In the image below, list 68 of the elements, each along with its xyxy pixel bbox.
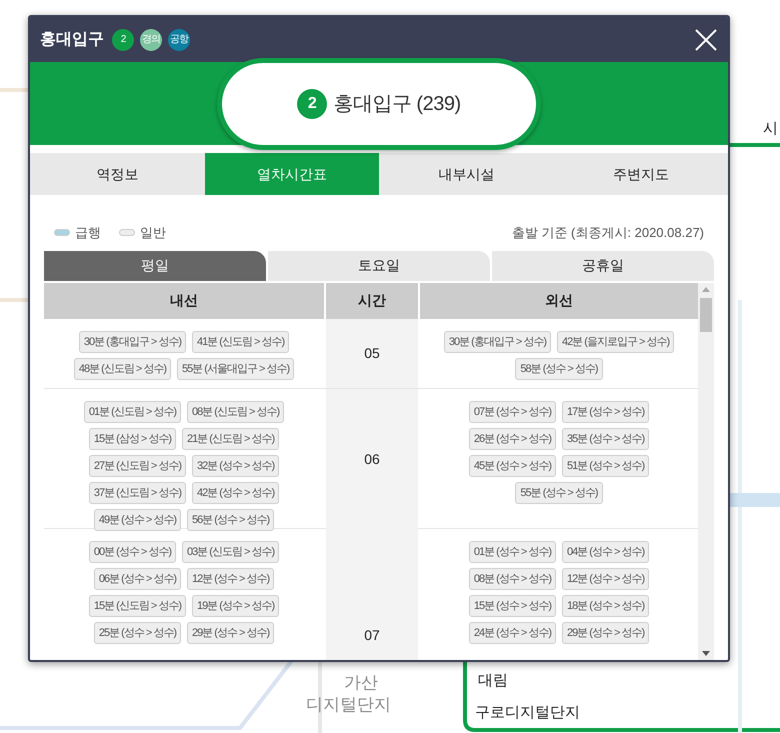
departure-chip: 19분 (성수 > 성수) [192,594,280,616]
line-badge: 공항 [168,28,190,50]
departure-chip: 55분 (서울대입구 > 성수) [177,358,294,380]
map-station-label: 대림 [478,671,508,691]
departure-chip: 49분 (성수 > 성수) [94,508,181,530]
column-header: 시간 [326,282,418,318]
day-tab[interactable]: 평일 [44,250,266,280]
departure-chip: 00분 (성수 > 성수) [88,540,176,562]
line-badge: 2 [112,28,134,50]
departure-chip: 29분 (성수 > 성수) [187,622,274,644]
departure-chip: 30분 (홍대입구 > 성수) [78,330,186,352]
departure-chip: 18분 (성수 > 성수) [562,594,650,616]
departure-chip: 07분 (성수 > 성수) [468,400,556,422]
departure-chip: 17분 (성수 > 성수) [562,400,650,422]
hour-cell: 07 [326,528,418,660]
departure-chip: 27분 (신도림 > 성수) [88,454,186,476]
departure-chip: 56분 (성수 > 성수) [187,508,274,530]
departure-chip: 25분 (성수 > 성수) [94,622,181,644]
tab[interactable]: 주변지도 [554,153,728,195]
tab[interactable]: 역정보 [30,153,204,195]
departure-chip: 35분 (성수 > 성수) [562,428,650,450]
timetable-basis: 출발 기준 (최종게시: 2020.08.27) [512,224,704,242]
departure-chip: 32분 (성수 > 성수) [192,454,280,476]
map-station-label: 구로디지털단지 [475,703,580,723]
departure-chip: 26분 (성수 > 성수) [468,428,556,450]
departure-chip: 51분 (성수 > 성수) [562,454,650,476]
day-tab[interactable]: 토요일 [268,250,490,280]
hour-cell: 06 [326,388,418,530]
departure-chip: 48분 (신도림 > 성수) [74,358,171,380]
departure-chip: 15분 (삼성 > 성수) [88,428,176,450]
map-station-label: 디지털단지 [306,694,391,716]
departure-chip: 08분 (성수 > 성수) [468,568,556,590]
column-header: 외선 [420,282,698,318]
tab[interactable]: 내부시설 [379,153,554,195]
legend-label: 일반 [140,224,166,242]
departure-chip: 42분 (을지로입구 > 성수) [557,330,674,352]
departure-chip: 12분 (성수 > 성수) [187,568,274,590]
departure-chip: 12분 (성수 > 성수) [562,568,650,590]
departure-chip: 15분 (성수 > 성수) [468,594,556,616]
departure-chip: 01분 (성수 > 성수) [468,540,556,562]
departure-chip: 58분 (성수 > 성수) [515,358,603,380]
hour-cell: 05 [326,318,418,388]
scrollbar[interactable] [698,282,714,660]
map-station-label: 시 [763,119,778,139]
departure-chip: 42분 (성수 > 성수) [192,482,280,504]
departure-chip: 29분 (성수 > 성수) [562,622,650,644]
close-icon [695,28,717,50]
day-tab[interactable]: 공휴일 [492,250,714,280]
departure-chip: 08분 (신도림 > 성수) [187,400,284,422]
line-badge: 경의 [140,28,162,50]
legend-label: 급행 [75,224,101,242]
station-name: 홍대입구 (239) [333,92,461,117]
departure-chip: 45분 (성수 > 성수) [468,454,556,476]
line-number-badge: 2 [297,89,328,119]
map-station-label: 가산 [344,672,378,694]
departure-chip: 03분 (신도림 > 성수) [182,540,280,562]
departure-chip: 41분 (신도림 > 성수) [192,330,290,352]
departure-chip: 01분 (신도림 > 성수) [84,400,181,422]
departure-chip: 04분 (성수 > 성수) [562,540,650,562]
departure-chip: 37분 (신도림 > 성수) [88,482,186,504]
departure-chip: 06분 (성수 > 성수) [94,568,181,590]
departure-chip: 21분 (신도림 > 성수) [182,428,280,450]
departure-chip: 24분 (성수 > 성수) [468,622,556,644]
departure-chip: 30분 (홍대입구 > 성수) [444,330,551,352]
departure-chip: 55분 (성수 > 성수) [515,482,603,504]
departure-chip: 15분 (신도림 > 성수) [88,594,186,616]
column-header: 내선 [44,282,324,318]
window-title: 홍대입구 [40,30,104,50]
